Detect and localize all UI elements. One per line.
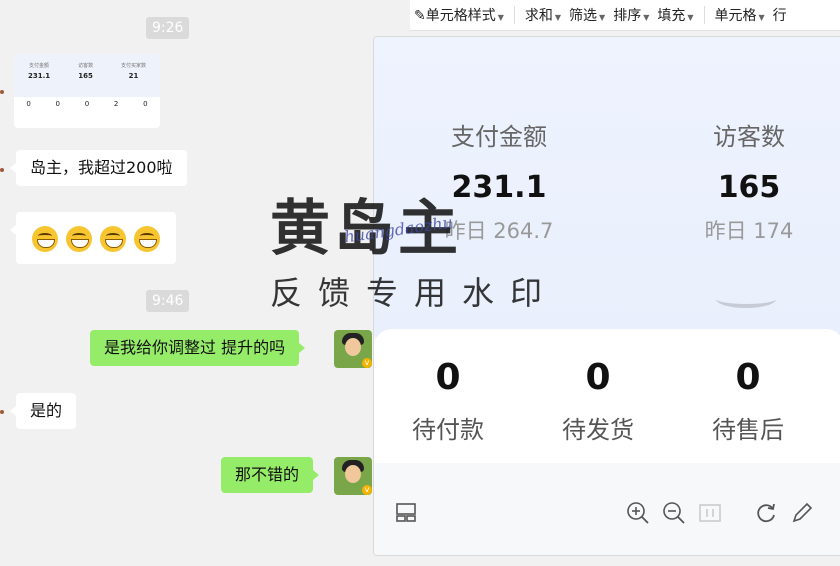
- screenshot-metrics-area: 支付金额 231.1 昨日 264.7 访客数 165 昨日 174: [374, 37, 840, 337]
- grin-emoji-icon: [100, 225, 126, 252]
- dropdown-caret-icon: ▼: [497, 13, 504, 22]
- grin-emoji-icon: [134, 225, 160, 252]
- metric-pay-amount: 支付金额 231.1 昨日 264.7: [444, 123, 554, 243]
- thumb-order: 0: [143, 100, 148, 108]
- thumb-order: 0: [55, 100, 61, 108]
- timestamp: 9:46: [146, 290, 190, 312]
- grin-emoji-icon: [32, 225, 58, 252]
- row-button[interactable]: 行: [769, 5, 791, 25]
- order-pending-shipment: 0 待发货: [562, 357, 634, 444]
- filter-button[interactable]: 筛选 ▼: [565, 5, 609, 25]
- zoom-out-icon[interactable]: [662, 501, 686, 525]
- sender-dot: [0, 90, 4, 94]
- sender-dot: [0, 410, 4, 414]
- message-bubble[interactable]: 是我给你调整过 提升的吗: [90, 330, 306, 366]
- dropdown-caret-icon: ▼: [599, 13, 606, 22]
- thumb-metric: 访客数 165: [78, 63, 94, 80]
- message-bubble[interactable]: 是的: [9, 393, 77, 429]
- avatar[interactable]: v: [334, 457, 372, 495]
- dropdown-caret-icon: ▼: [687, 13, 694, 22]
- thumb-order: 0: [26, 100, 31, 108]
- thumb-metric: 支付买家数 21: [121, 63, 147, 80]
- emoji-message[interactable]: [10, 212, 176, 264]
- divider: [513, 6, 515, 24]
- cell-style-button[interactable]: ✎单元格样式 ▼: [410, 5, 508, 25]
- divider: [703, 6, 705, 24]
- sender-dot: [0, 168, 4, 172]
- thumb-metric: 支付金额 231.1: [27, 63, 51, 80]
- image-viewer: 支付金额 231.1 昨日 264.7 访客数 165 昨日 174 0 待付款…: [373, 36, 840, 556]
- message-bubble[interactable]: 岛主，我超过200啦: [10, 150, 187, 186]
- verified-badge-icon: v: [362, 485, 372, 495]
- screenshot-orders-area: 0 待付款 0 待发货 0 待售后: [374, 329, 840, 463]
- actual-size-icon[interactable]: [698, 501, 722, 525]
- zoom-in-icon[interactable]: [626, 501, 650, 525]
- dropdown-caret-icon: ▼: [643, 13, 650, 22]
- sort-button[interactable]: 排序 ▼: [609, 5, 653, 25]
- grin-emoji-icon: [66, 225, 92, 252]
- brush-icon: ✎: [414, 8, 426, 24]
- expand-chevron-icon: [716, 290, 776, 308]
- rotate-icon[interactable]: [754, 501, 778, 525]
- thumb-metrics: 支付金额 231.1 访客数 165 支付买家数 21: [14, 54, 160, 83]
- chat-panel: 9:26 支付金额 231.1 访客数 165 支付买家数 21 0 0 0 2 0 …: [0, 0, 410, 566]
- message-bubble[interactable]: 那不错的: [221, 457, 320, 493]
- cell-button[interactable]: 单元格 ▼: [711, 5, 769, 25]
- dropdown-caret-icon: ▼: [554, 13, 562, 22]
- sum-button[interactable]: 求和 ▼: [521, 5, 565, 25]
- spreadsheet-toolbar: ✎单元格样式 ▼ 求和 ▼ 筛选 ▼ 排序 ▼ 填充 ▼ 单元格 ▼ 行: [410, 0, 840, 31]
- layout-icon[interactable]: [394, 501, 418, 525]
- thumb-order: 2: [113, 100, 119, 108]
- order-after-sales: 0 待售后: [712, 357, 784, 444]
- verified-badge-icon: v: [362, 358, 372, 368]
- image-message[interactable]: 支付金额 231.1 访客数 165 支付买家数 21 0 0 0 2 0: [14, 54, 160, 128]
- timestamp: 9:26: [146, 17, 190, 39]
- dropdown-caret-icon: ▼: [758, 13, 765, 22]
- thumb-orders: 0 0 0 2 0: [14, 97, 160, 128]
- metric-visitors: 访客数 165 昨日 174: [704, 123, 794, 243]
- fill-button[interactable]: 填充 ▼: [653, 5, 697, 25]
- edit-icon[interactable]: [790, 501, 814, 525]
- avatar[interactable]: v: [334, 330, 372, 368]
- order-pending-payment: 0 待付款: [412, 357, 484, 444]
- thumb-order: 0: [84, 100, 90, 108]
